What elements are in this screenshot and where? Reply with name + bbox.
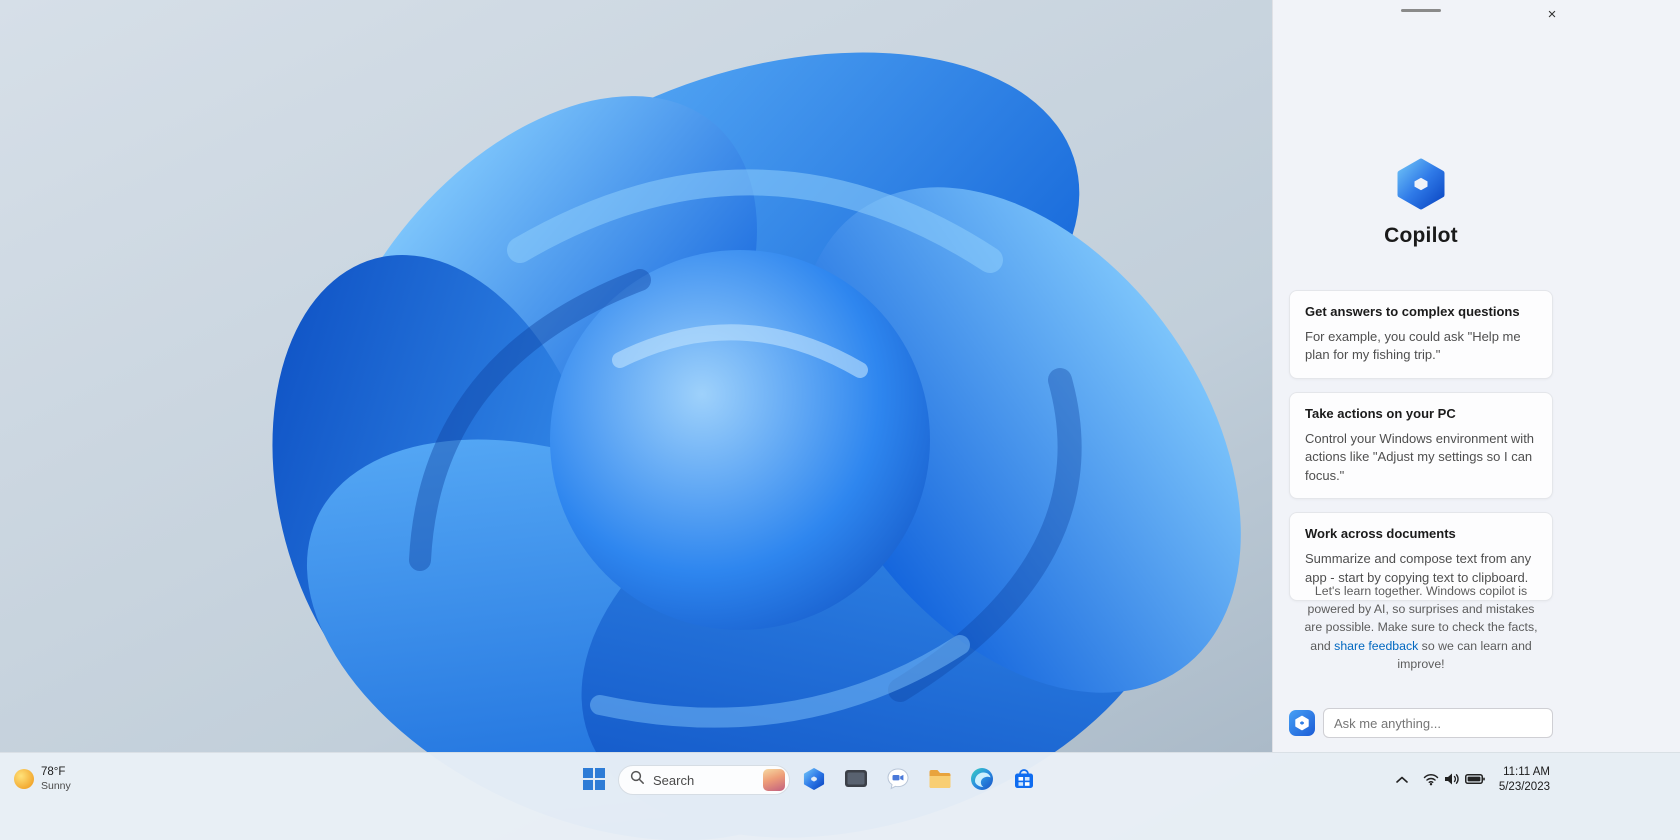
copilot-panel: × Copilot Get answers to complex questio… xyxy=(1272,0,1680,752)
search-highlight-image[interactable] xyxy=(763,769,785,791)
clock[interactable]: 11:11 AM 5/23/2023 xyxy=(1493,765,1556,795)
ask-input[interactable] xyxy=(1323,708,1553,738)
disclaimer-text: so we can learn and improve! xyxy=(1397,638,1532,671)
windows-logo-icon xyxy=(583,767,605,793)
ai-disclaimer: Let's learn together. Windows copilot is… xyxy=(1297,582,1545,673)
suggestion-card-answers[interactable]: Get answers to complex questions For exa… xyxy=(1289,290,1553,379)
quick-settings-button[interactable] xyxy=(1417,763,1491,797)
chevron-up-icon xyxy=(1395,773,1409,788)
battery-icon xyxy=(1464,773,1485,788)
clock-date: 5/23/2023 xyxy=(1498,781,1550,793)
taskbar-center: Search xyxy=(576,761,1042,799)
weather-temperature: 78°F xyxy=(41,766,66,778)
copilot-icon xyxy=(802,767,826,794)
start-button[interactable] xyxy=(576,763,612,797)
task-view-button[interactable] xyxy=(838,763,874,797)
search-box[interactable]: Search xyxy=(618,765,790,795)
card-title: Get answers to complex questions xyxy=(1305,304,1520,319)
search-icon xyxy=(630,770,645,790)
copilot-taskbar-button[interactable] xyxy=(796,763,832,797)
file-explorer-button[interactable] xyxy=(922,763,958,797)
edge-icon xyxy=(969,766,995,795)
desktop: × Copilot Get answers to complex questio… xyxy=(0,0,1680,840)
card-body: For example, you could ask "Help me plan… xyxy=(1305,329,1521,363)
store-icon xyxy=(1011,766,1037,795)
taskbar: 78°F Sunny Search 11:11 AM 5/23/2023 xyxy=(0,752,1680,840)
card-title: Work across documents xyxy=(1305,526,1456,542)
task-view-icon xyxy=(843,766,869,795)
show-hidden-icons-button[interactable] xyxy=(1389,763,1415,797)
card-title: Take actions on your PC xyxy=(1305,405,1456,421)
share-feedback-link[interactable]: share feedback xyxy=(1334,639,1418,653)
system-tray: 11:11 AM 5/23/2023 xyxy=(1389,761,1556,799)
suggestion-cards: Get answers to complex questions For exa… xyxy=(1289,290,1553,602)
chat-icon xyxy=(885,766,911,795)
edge-button[interactable] xyxy=(964,763,1000,797)
volume-icon xyxy=(1444,772,1460,789)
chat-button[interactable] xyxy=(880,763,916,797)
copilot-title: Copilot xyxy=(1384,224,1458,247)
clock-time: 11:11 AM xyxy=(1503,766,1550,779)
weather-widget[interactable]: 78°F Sunny xyxy=(8,763,81,795)
copilot-badge-icon xyxy=(1289,710,1315,736)
weather-condition: Sunny xyxy=(41,779,71,792)
card-body: Control your Windows environment with ac… xyxy=(1305,430,1535,483)
close-button[interactable]: × xyxy=(1537,2,1567,26)
file-explorer-icon xyxy=(927,766,953,795)
minimize-handle[interactable] xyxy=(1401,9,1441,12)
copilot-logo-icon xyxy=(1393,156,1449,217)
wifi-icon xyxy=(1423,772,1439,789)
suggestion-card-actions[interactable]: Take actions on your PC Control your Win… xyxy=(1289,391,1553,500)
store-button[interactable] xyxy=(1006,763,1042,797)
sun-icon xyxy=(14,768,34,789)
search-label: Search xyxy=(653,772,695,788)
